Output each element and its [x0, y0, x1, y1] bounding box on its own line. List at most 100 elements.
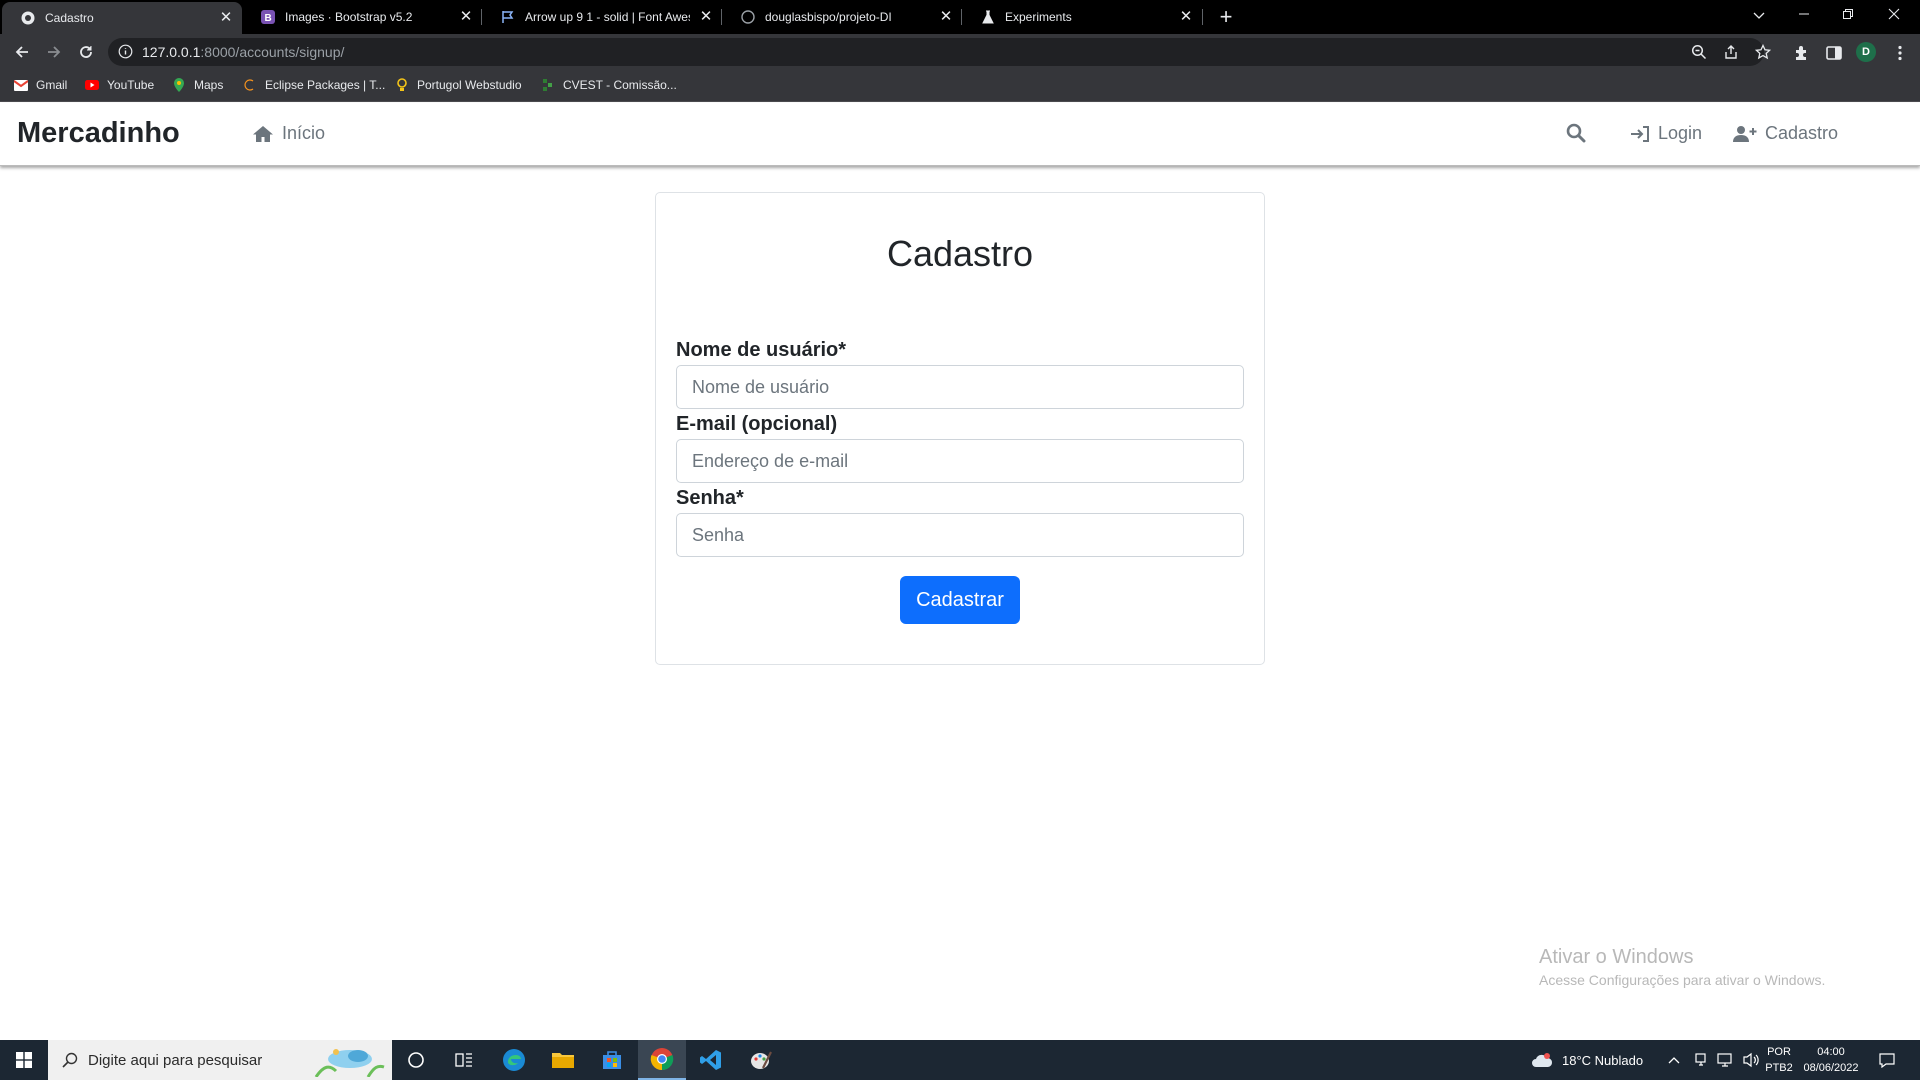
- tab-search-button[interactable]: [1737, 0, 1781, 30]
- share-icon[interactable]: [1723, 44, 1739, 60]
- side-panel-icon[interactable]: [1825, 44, 1843, 62]
- zoom-icon[interactable]: [1691, 44, 1707, 60]
- cortana-button[interactable]: [392, 1040, 440, 1080]
- email-input[interactable]: [676, 439, 1244, 483]
- browser-toolbar: 127.0.0.1:8000/accounts/signup/ D: [0, 34, 1920, 70]
- restore-icon: [1843, 9, 1853, 19]
- bookmark-eclipse[interactable]: Eclipse Packages | T...: [243, 78, 385, 92]
- close-window-button[interactable]: [1872, 0, 1916, 30]
- bootstrap-icon: B: [260, 9, 276, 25]
- bookmark-maps[interactable]: Maps: [172, 78, 223, 92]
- tab-separator: [1202, 9, 1203, 25]
- search-highlight-icon: [312, 1043, 388, 1082]
- bookmark-label: Portugol Webstudio: [417, 78, 522, 92]
- form-title: Cadastro: [886, 233, 1034, 274]
- chevron-down-icon: [1753, 12, 1765, 19]
- taskbar-search-placeholder: Digite aqui para pesquisar: [88, 1052, 263, 1069]
- edge-icon: [503, 1049, 525, 1071]
- tab-font-awesome[interactable]: Arrow up 9 1 - solid | Font Awesome ✕: [482, 0, 722, 34]
- weather-widget[interactable]: 18°C Nublado: [1530, 1040, 1643, 1080]
- reload-button[interactable]: [73, 39, 99, 65]
- flask-icon: [980, 9, 996, 25]
- taskbar-search[interactable]: Digite aqui para pesquisar: [48, 1040, 392, 1080]
- close-tab-icon[interactable]: ✕: [218, 10, 234, 26]
- home-icon: [253, 125, 273, 142]
- search-icon: [1566, 123, 1586, 143]
- nav-login-link[interactable]: Login: [1630, 123, 1702, 144]
- sign-in-icon: [1631, 125, 1649, 142]
- start-button[interactable]: [0, 1040, 48, 1080]
- bookmark-portugol[interactable]: Portugol Webstudio: [395, 78, 522, 92]
- vscode-app-button[interactable]: [687, 1040, 735, 1080]
- url-path: :8000/accounts/signup/: [200, 44, 345, 60]
- tab-bootstrap-images[interactable]: B Images · Bootstrap v5.2 ✕: [242, 0, 482, 34]
- bookmarks-bar: Gmail YouTube Maps Eclipse Packages | T.…: [0, 70, 1920, 102]
- bookmark-gmail[interactable]: Gmail: [14, 78, 67, 92]
- notifications-button[interactable]: [1878, 1040, 1896, 1080]
- brand-logo[interactable]: Mercadinho: [17, 117, 180, 150]
- restore-button[interactable]: [1826, 0, 1870, 30]
- profile-avatar[interactable]: D: [1856, 42, 1876, 62]
- password-label: Senha*: [676, 487, 744, 509]
- arrow-right-icon: [48, 46, 61, 58]
- back-button[interactable]: [9, 39, 35, 65]
- new-tab-button[interactable]: +: [1213, 4, 1239, 30]
- windows-logo-icon: [16, 1052, 32, 1068]
- search-button[interactable]: [1566, 123, 1594, 143]
- minimize-button[interactable]: [1782, 0, 1826, 30]
- nav-login-label: Login: [1658, 123, 1703, 143]
- show-hidden-icons-button[interactable]: [1668, 1040, 1680, 1080]
- nav-home-link[interactable]: Início: [252, 123, 325, 144]
- kebab-menu-icon[interactable]: [1891, 44, 1909, 62]
- close-tab-icon[interactable]: ✕: [1178, 9, 1194, 25]
- task-view-button[interactable]: [440, 1040, 488, 1080]
- chrome-app-button[interactable]: [638, 1040, 686, 1080]
- user-plus-icon: [1733, 125, 1757, 142]
- bookmark-cvest[interactable]: CVEST - Comissão...: [541, 78, 677, 92]
- watermark-subtitle: Acesse Configurações para ativar o Windo…: [1539, 972, 1826, 988]
- chevron-up-icon: [1668, 1057, 1680, 1064]
- file-explorer-button[interactable]: [539, 1040, 587, 1080]
- bookmark-youtube[interactable]: YouTube: [85, 78, 154, 92]
- extensions-icon[interactable]: [1793, 44, 1811, 62]
- search-icon: [62, 1052, 78, 1073]
- volume-button[interactable]: [1742, 1040, 1760, 1080]
- camera-icon: [1695, 1053, 1706, 1066]
- nav-signup-link[interactable]: Cadastro: [1733, 123, 1838, 144]
- nav-signup-label: Cadastro: [1765, 123, 1839, 143]
- close-tab-icon[interactable]: ✕: [698, 9, 714, 25]
- close-tab-icon[interactable]: ✕: [938, 9, 954, 25]
- forward-button[interactable]: [41, 39, 67, 65]
- username-input[interactable]: [676, 365, 1244, 409]
- meet-now-button[interactable]: [1694, 1040, 1708, 1080]
- bookmark-label: CVEST - Comissão...: [563, 78, 677, 92]
- password-input[interactable]: [676, 513, 1244, 557]
- activation-watermark: Ativar o Windows Acesse Configurações pa…: [1539, 946, 1825, 988]
- flag-icon: [500, 9, 516, 25]
- cloud-icon: [1532, 1053, 1553, 1067]
- address-bar[interactable]: 127.0.0.1:8000/accounts/signup/: [108, 38, 1772, 66]
- store-app-button[interactable]: [588, 1040, 636, 1080]
- input-language-indicator[interactable]: POR PTB2: [1764, 1044, 1794, 1076]
- tab-cadastro[interactable]: Cadastro ✕: [2, 2, 242, 34]
- system-clock[interactable]: 04:00 08/06/2022: [1798, 1044, 1864, 1076]
- submit-button[interactable]: Cadastrar: [900, 576, 1020, 624]
- svg-text:B: B: [265, 13, 272, 24]
- gmail-icon: [14, 78, 28, 92]
- windows-taskbar: Digite aqui para pesquisar 18°C Nublado: [0, 1040, 1920, 1080]
- tab-title: Cadastro: [45, 11, 94, 25]
- cvest-icon: [541, 78, 555, 92]
- task-view-icon: [455, 1053, 472, 1067]
- portugol-icon: [395, 78, 409, 92]
- tab-experiments[interactable]: Experiments ✕: [962, 0, 1202, 34]
- youtube-icon: [85, 78, 99, 92]
- paint-app-button[interactable]: [737, 1040, 785, 1080]
- tab-github[interactable]: douglasbispo/projeto-DI ✕: [722, 0, 962, 34]
- eclipse-icon: [243, 78, 257, 92]
- nav-home-label: Início: [282, 123, 326, 143]
- info-icon[interactable]: [118, 44, 133, 64]
- edge-app-button[interactable]: [490, 1040, 538, 1080]
- network-button[interactable]: [1716, 1040, 1734, 1080]
- close-tab-icon[interactable]: ✕: [458, 9, 474, 25]
- star-icon[interactable]: [1754, 43, 1772, 60]
